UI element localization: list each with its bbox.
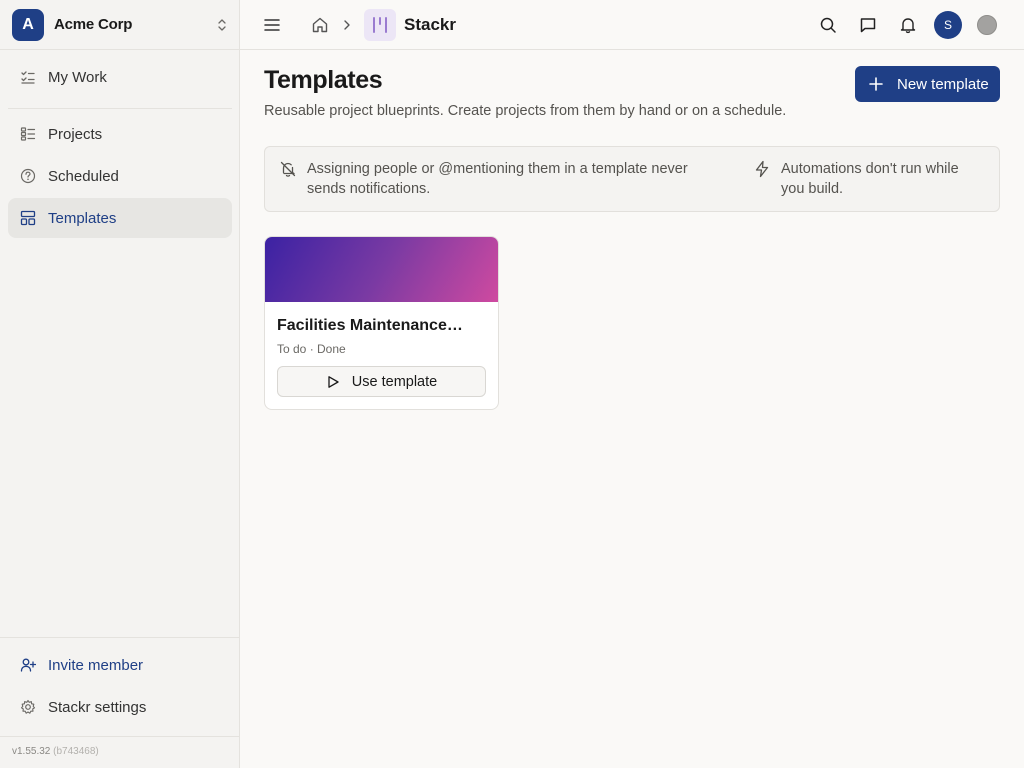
build-hash: (b743468)	[53, 746, 99, 757]
chevron-up-down-icon	[218, 19, 226, 31]
sidebar-footer	[0, 637, 239, 638]
top-bar: Stackr S	[240, 0, 1024, 50]
checklist-icon	[20, 69, 36, 85]
sidebar-item-settings[interactable]: Stackr settings	[8, 687, 232, 727]
sidebar-item-label: Templates	[48, 209, 117, 227]
sidebar-item-projects[interactable]: Projects	[8, 114, 232, 154]
page-subtitle: Reusable project blueprints. Create proj…	[264, 103, 787, 119]
org-switcher[interactable]: A Acme Corp	[0, 0, 239, 50]
template-cover	[265, 237, 498, 302]
user-plus-icon	[20, 657, 36, 673]
org-name: Acme Corp	[54, 16, 133, 33]
question-circle-icon	[20, 168, 36, 184]
automations-notice-text: Automations don't run while you build.	[781, 161, 959, 197]
gear-icon	[20, 699, 36, 715]
home-icon[interactable]	[310, 15, 330, 35]
play-icon	[328, 375, 339, 388]
status-indicator[interactable]	[977, 15, 997, 35]
automations-notice: Automations don't run while you build.	[753, 159, 983, 199]
invite-member-button[interactable]: Invite member	[8, 645, 232, 685]
chevron-right-icon	[337, 15, 357, 35]
projects-list-icon	[20, 126, 36, 142]
sidebar-divider	[8, 108, 232, 109]
lightning-icon	[755, 160, 769, 178]
use-template-button[interactable]: Use template	[277, 366, 486, 397]
app-name[interactable]: Stackr	[404, 15, 456, 35]
plus-icon	[869, 77, 883, 91]
notifications-notice-text: Assigning people or @mentioning them in …	[307, 161, 688, 197]
sidebar-divider	[0, 736, 239, 737]
sidebar-item-label: My Work	[48, 68, 107, 86]
template-info-notice: Assigning people or @mentioning them in …	[264, 146, 1000, 212]
notifications-notice: Assigning people or @mentioning them in …	[279, 159, 729, 199]
sidebar-item-label: Stackr settings	[48, 698, 147, 716]
sidebar-item-scheduled[interactable]: Scheduled	[8, 156, 232, 196]
sidebar-item-label: Projects	[48, 125, 103, 143]
template-statuses: To do · Done	[277, 342, 346, 356]
sidebar-item-label: Scheduled	[48, 167, 119, 185]
sidebar-item-my-work[interactable]: My Work	[8, 57, 232, 97]
invite-member-label: Invite member	[48, 656, 144, 674]
chat-icon[interactable]	[858, 15, 878, 35]
user-avatar[interactable]: S	[934, 11, 962, 39]
version-label: v1.55.32 (b743468)	[12, 746, 99, 757]
template-title: Facilities Maintenance…	[277, 317, 463, 334]
sidebar-item-templates[interactable]: Templates	[8, 198, 232, 238]
stackr-logo[interactable]	[364, 9, 396, 41]
menu-icon[interactable]	[262, 15, 282, 35]
template-card[interactable]: Facilities Maintenance… To do · Done Use…	[264, 236, 499, 410]
new-template-label: New template	[897, 75, 989, 93]
bell-off-icon	[280, 161, 296, 177]
sidebar: A Acme Corp My Work Projects Scheduled T…	[0, 0, 240, 768]
version-number: v1.55.32	[12, 746, 51, 757]
templates-icon	[20, 210, 36, 226]
use-template-label: Use template	[351, 373, 438, 390]
org-avatar: A	[12, 8, 44, 41]
bell-icon[interactable]	[898, 15, 918, 35]
search-icon[interactable]	[818, 15, 838, 35]
page-title: Templates	[264, 66, 383, 94]
new-template-button[interactable]: New template	[855, 66, 1000, 102]
